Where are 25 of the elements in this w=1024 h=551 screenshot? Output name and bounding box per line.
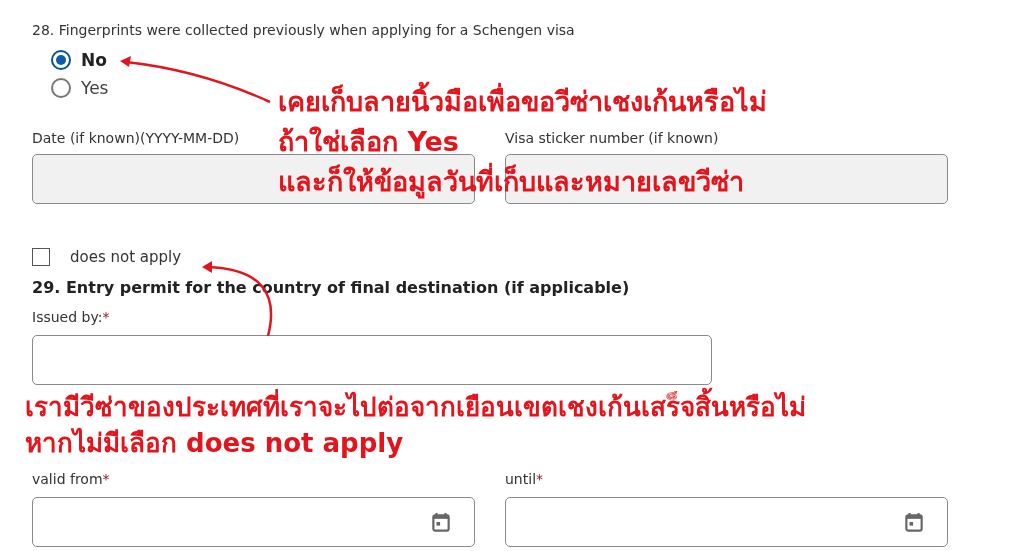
field-label: valid from	[32, 471, 103, 487]
date-field[interactable]	[505, 497, 948, 547]
field-label: Issued by:	[32, 309, 103, 325]
date-field[interactable]	[32, 497, 475, 547]
radio-button[interactable]	[51, 78, 71, 98]
annotation-text: และก็ให้ข้อมูลวันที่เก็บและหมายเลขวีซ่า	[278, 162, 744, 202]
field-label: until	[505, 471, 536, 487]
required-mark: *	[102, 309, 110, 325]
calendar-icon[interactable]	[432, 512, 450, 532]
calendar-icon[interactable]	[905, 512, 923, 532]
annotation-text: หากไม่มีเลือก does not apply	[25, 426, 404, 460]
radio-label: No	[81, 50, 107, 70]
annotation-text: เคยเก็บลายนิ้วมือเพื่อขอวีซ่าเชงเก้นหรือไม่	[278, 82, 767, 122]
radio-button[interactable]	[51, 50, 71, 70]
annotation-text: ถ้าใช่เลือก Yes	[278, 125, 459, 159]
field-label: Date (if known)(YYYY-MM-DD)	[32, 129, 240, 148]
question-label: 28. Fingerprints were collected previously when applying for a Schengen visa	[32, 21, 576, 40]
radio-label: Yes	[81, 78, 109, 98]
annotation-text: เรามีวีซ่าของประเทศที่เราจะไปต่อจากเยือนเขตเชงเก้นเสร็จสิ้นหรือไม่	[25, 389, 806, 425]
required-mark: *	[536, 471, 543, 487]
field-label: Visa sticker number (if known)	[505, 129, 719, 148]
checkbox-label: does not apply	[70, 248, 182, 266]
input-field[interactable]	[32, 335, 712, 385]
required-mark: *	[102, 471, 110, 487]
checkbox[interactable]	[32, 248, 50, 266]
